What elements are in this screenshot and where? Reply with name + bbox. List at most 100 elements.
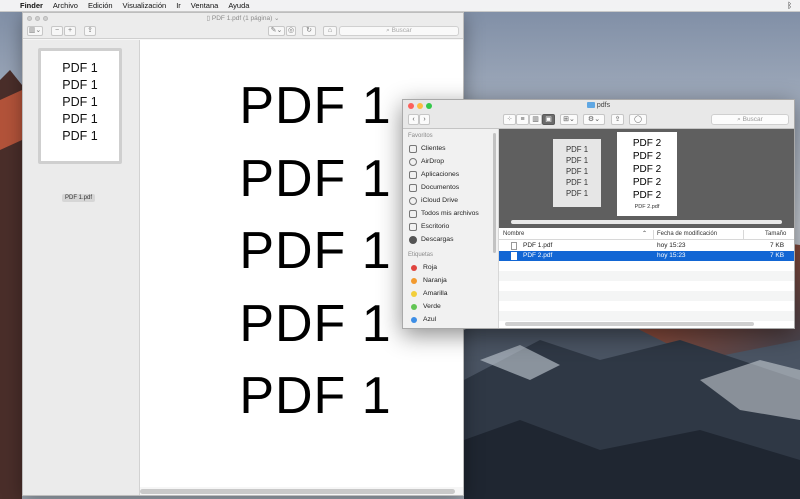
sidebar-tag-label: Amarilla <box>423 290 448 297</box>
bluetooth-icon[interactable]: ᛒ <box>787 1 792 10</box>
chevron-down-icon[interactable]: ⌄ <box>272 15 279 22</box>
cover-line: PDF 2 <box>632 151 662 162</box>
preview-title-bar: ▯ PDF 1.pdf (1 página) ⌄ <box>23 13 463 24</box>
preview-toolbar: ▥⌄ − + ⇪ ✎⌄ ◎ ↻ ⌂ ⌕ Buscar <box>23 24 463 39</box>
arrange-menu-button[interactable]: ⊞⌄ <box>560 114 578 125</box>
thumbnail-line: PDF 1 <box>62 129 98 143</box>
preview-search-placeholder: Buscar <box>391 27 412 34</box>
minimize-button[interactable] <box>417 103 423 109</box>
cover-flow-item-pdf1[interactable]: PDF 1 PDF 1 PDF 1 PDF 1 PDF 1 <box>553 139 601 207</box>
preview-thumbnail-sidebar: PDF 1 PDF 1 PDF 1 PDF 1 PDF 1 PDF 1.pdf <box>23 40 140 495</box>
markup-toolbar-button[interactable]: ◎ <box>286 26 296 36</box>
sidebar-item-icloud-drive[interactable]: iCloud Drive <box>403 194 498 207</box>
close-button[interactable] <box>408 103 414 109</box>
preview-search-input[interactable]: ⌕ Buscar <box>339 26 459 36</box>
action-gear-button[interactable]: ⚙⌄ <box>583 114 605 125</box>
cover-flow-scrollbar[interactable] <box>511 220 782 224</box>
cover-flow-area: PDF 1 PDF 1 PDF 1 PDF 1 PDF 1 PDF 2 PDF … <box>499 129 794 228</box>
menu-finder[interactable]: Finder <box>20 1 43 10</box>
menu-edicion[interactable]: Edición <box>88 1 113 10</box>
sidebar-tag-roja[interactable]: Roja <box>403 261 498 274</box>
yellow-tag-icon <box>411 290 417 297</box>
briefcase-icon[interactable]: ⌂ <box>323 26 337 36</box>
menu-ayuda[interactable]: Ayuda <box>228 1 249 10</box>
red-tag-icon <box>411 264 417 271</box>
menu-visualizacion[interactable]: Visualización <box>123 1 167 10</box>
orange-tag-icon <box>411 277 417 284</box>
airdrop-icon <box>409 157 417 166</box>
menu-archivo[interactable]: Archivo <box>53 1 78 10</box>
sidebar-item-label: Clientes <box>421 145 446 152</box>
sidebar-item-aplicaciones[interactable]: Aplicaciones <box>403 168 498 181</box>
cover-line: PDF 2 <box>632 177 662 188</box>
file-name: PDF 1.pdf <box>523 242 553 249</box>
menu-ir[interactable]: Ir <box>176 1 181 10</box>
column-header-name[interactable]: Nombre <box>503 229 524 240</box>
page-thumbnail[interactable]: PDF 1 PDF 1 PDF 1 PDF 1 PDF 1 <box>38 48 122 164</box>
file-date: hoy 15:23 <box>657 242 686 249</box>
markup-pen-button[interactable]: ✎⌄ <box>268 26 285 36</box>
desktop-icon <box>409 222 417 231</box>
sidebar-tag-verde[interactable]: Verde <box>403 300 498 313</box>
sidebar-tag-label: Verde <box>423 303 441 310</box>
finder-search-placeholder: Buscar <box>742 116 763 123</box>
back-button[interactable]: ‹ <box>408 114 419 125</box>
green-tag-icon <box>411 303 417 310</box>
close-button[interactable] <box>27 16 32 21</box>
column-divider[interactable] <box>743 230 744 239</box>
sidebar-tag-amarilla[interactable]: Amarilla <box>403 287 498 300</box>
zoom-button[interactable] <box>426 103 432 109</box>
zoom-in-button[interactable]: + <box>64 26 76 36</box>
edit-tags-button[interactable]: ◯ <box>629 114 647 125</box>
thumbnail-line: PDF 1 <box>62 61 98 75</box>
sidebar-item-airdrop[interactable]: AirDrop <box>403 155 498 168</box>
column-divider[interactable] <box>653 230 654 239</box>
cover-flow-view-button[interactable]: ▣ <box>542 114 555 125</box>
list-horizontal-scrollbar[interactable] <box>505 322 754 326</box>
forward-button[interactable]: › <box>419 114 430 125</box>
preview-horizontal-scrollbar[interactable] <box>140 489 455 494</box>
column-header-date[interactable]: Fecha de modificación <box>657 229 717 240</box>
finder-title-bar: pdfs <box>403 100 794 111</box>
cover-line: PDF 2 <box>632 190 662 201</box>
sidebar-scrollbar[interactable] <box>493 133 496 253</box>
finder-search-input[interactable]: ⌕ Buscar <box>711 114 789 125</box>
documents-icon <box>409 183 417 192</box>
sidebar-tag-label: Roja <box>423 264 437 271</box>
applications-icon <box>409 170 417 179</box>
sort-ascending-icon[interactable]: ⌃ <box>642 229 647 240</box>
sidebar-item-clientes[interactable]: Clientes <box>403 142 498 155</box>
tags-header: Etiquetas <box>408 252 434 258</box>
column-view-button[interactable]: ▥ <box>529 114 542 125</box>
sidebar-item-todos-mis-archivos[interactable]: Todos mis archivos <box>403 207 498 220</box>
table-row[interactable]: PDF 1.pdf hoy 15:23 7 KB <box>499 241 794 251</box>
share-button[interactable]: ⇪ <box>611 114 624 125</box>
sidebar-tag-azul[interactable]: Azul <box>403 313 498 326</box>
empty-row-stripe <box>499 291 794 301</box>
cloud-icon <box>409 196 417 205</box>
zoom-button[interactable] <box>43 16 48 21</box>
list-view-button[interactable]: ≡ <box>516 114 529 125</box>
cover-line: PDF 1 <box>565 145 589 154</box>
icon-view-button[interactable]: ⁘ <box>503 114 516 125</box>
sidebar-item-label: Descargas <box>421 236 454 243</box>
finder-sidebar: Favoritos Clientes AirDrop Aplicaciones … <box>403 129 499 328</box>
sidebar-item-escritorio[interactable]: Escritorio <box>403 220 498 233</box>
cover-line: PDF 1 <box>565 189 589 198</box>
finder-window-controls <box>408 103 432 109</box>
table-row-selected[interactable]: PDF 2.pdf hoy 15:23 7 KB <box>499 251 794 261</box>
sidebar-item-descargas[interactable]: Descargas <box>403 233 498 246</box>
sidebar-toggle-button[interactable]: ▥⌄ <box>27 26 43 36</box>
thumbnail-line: PDF 1 <box>62 95 98 109</box>
pdf-file-icon <box>511 252 517 260</box>
sidebar-tag-naranja[interactable]: Naranja <box>403 274 498 287</box>
minimize-button[interactable] <box>35 16 40 21</box>
share-button[interactable]: ⇪ <box>84 26 96 36</box>
menu-ventana[interactable]: Ventana <box>191 1 219 10</box>
preview-window-title[interactable]: PDF 1.pdf (1 página) <box>212 15 272 22</box>
column-header-size[interactable]: Tamaño <box>765 229 786 240</box>
rotate-button[interactable]: ↻ <box>302 26 316 36</box>
zoom-out-button[interactable]: − <box>51 26 63 36</box>
sidebar-item-documentos[interactable]: Documentos <box>403 181 498 194</box>
all-files-icon <box>409 209 417 218</box>
